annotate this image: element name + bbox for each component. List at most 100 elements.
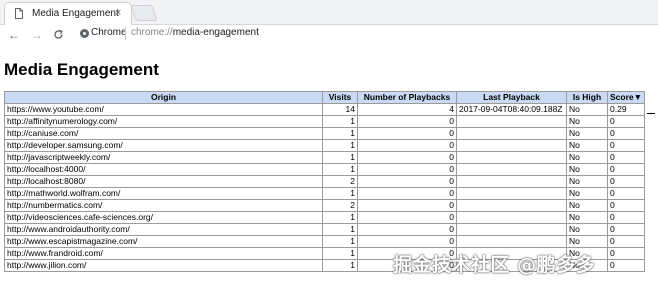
cell-origin: http://www.jilion.com/ [4, 259, 323, 272]
cell-visits: 2 [322, 199, 358, 212]
table-header-row: Origin Visits Number of Playbacks Last P… [4, 91, 646, 104]
cell-score: 0 [606, 151, 646, 164]
close-icon[interactable]: × [115, 6, 121, 20]
cell-is-high: No [566, 151, 608, 164]
back-arrow-icon[interactable]: ← [8, 27, 20, 43]
cell-last-playback: 2017-09-04T08:40:09.188Z [456, 103, 567, 116]
tab-title: Media Engagement [32, 8, 119, 19]
cell-playbacks: 0 [357, 115, 457, 128]
table-row: http://javascriptweekly.com/1 0 No 0 [4, 151, 646, 164]
cell-playbacks: 0 [357, 175, 457, 188]
cell-last-playback [456, 235, 567, 248]
cell-playbacks: 0 [357, 235, 457, 248]
table-row: http://videosciences.cafe-sciences.org/1… [4, 211, 646, 224]
cell-last-playback [456, 187, 567, 200]
cell-playbacks: 0 [357, 139, 457, 152]
chrome-page-icon [80, 29, 89, 38]
column-header-last-playback[interactable]: Last Playback [456, 91, 567, 104]
page-title: Media Engagement [4, 60, 159, 79]
tab-media-engagement[interactable]: Media Engagement × [4, 2, 132, 25]
cell-score: 0 [606, 127, 646, 140]
cell-visits: 1 [322, 187, 358, 200]
tab-strip: Media Engagement × [0, 0, 658, 25]
url-host: media-engagement [172, 27, 259, 38]
cell-is-high: No [566, 139, 608, 152]
cell-is-high: No [566, 187, 608, 200]
cell-score: 0 [606, 235, 646, 248]
column-header-score[interactable]: Score▼ [606, 91, 646, 104]
table-row: https://www.youtube.com/14 4 2017-09-04T08… [4, 103, 646, 116]
table-row: http://www.androidauthority.com/1 0 No 0 [4, 223, 646, 236]
address-bar[interactable]: Chrome chrome://media-engagement [80, 25, 652, 43]
cell-is-high: No [566, 175, 608, 188]
cell-last-playback [456, 223, 567, 236]
table-row: http://numbermatics.com/2 0 No 0 [4, 199, 646, 212]
url-scheme: chrome:// [131, 27, 173, 38]
scroll-marker [647, 113, 655, 114]
engagement-table: Origin Visits Number of Playbacks Last P… [4, 91, 646, 272]
table-row: http://localhost:4000/1 0 No 0 [4, 163, 646, 176]
cell-last-playback [456, 163, 567, 176]
cell-visits: 1 [322, 235, 358, 248]
cell-score: 0 [606, 211, 646, 224]
table-row: http://localhost:8080/2 0 No 0 [4, 175, 646, 188]
new-tab-button[interactable] [130, 5, 158, 21]
cell-origin: http://developer.samsung.com/ [4, 139, 323, 152]
column-header-visits[interactable]: Visits [322, 91, 358, 104]
cell-last-playback [456, 127, 567, 140]
cell-last-playback [456, 151, 567, 164]
cell-origin: https://www.youtube.com/ [4, 103, 323, 116]
cell-origin: http://localhost:8080/ [4, 175, 323, 188]
cell-visits: 1 [322, 115, 358, 128]
cell-score: 0 [606, 247, 646, 260]
cell-origin: http://javascriptweekly.com/ [4, 151, 323, 164]
forward-arrow-icon[interactable]: → [31, 27, 43, 43]
column-header-is-high[interactable]: Is High [566, 91, 608, 104]
cell-visits: 1 [322, 151, 358, 164]
toolbar: ← → Chrome chrome://media-engagement [0, 25, 658, 45]
cell-origin: http://caniuse.com/ [4, 127, 323, 140]
cell-visits: 1 [322, 247, 358, 260]
cell-playbacks: 0 [357, 163, 457, 176]
cell-is-high: No [566, 115, 608, 128]
cell-playbacks: 4 [357, 103, 457, 116]
cell-playbacks: 0 [357, 151, 457, 164]
table-row: http://www.escapistmagazine.com/1 0 No 0 [4, 235, 646, 248]
cell-visits: 1 [322, 163, 358, 176]
cell-score: 0 [606, 139, 646, 152]
cell-score: 0 [606, 259, 646, 272]
cell-origin: http://www.androidauthority.com/ [4, 223, 323, 236]
bottom-edge [0, 282, 658, 288]
table-row: http://affinitynumerology.com/1 0 No 0 [4, 115, 646, 128]
cell-is-high: No [566, 103, 608, 116]
reload-icon[interactable] [53, 29, 64, 40]
cell-playbacks: 0 [357, 211, 457, 224]
cell-origin: http://numbermatics.com/ [4, 199, 323, 212]
table-row: http://developer.samsung.com/1 0 No 0 [4, 139, 646, 152]
cell-score: 0 [606, 115, 646, 128]
cell-origin: http://affinitynumerology.com/ [4, 115, 323, 128]
cell-visits: 2 [322, 175, 358, 188]
cell-is-high: No [566, 127, 608, 140]
cell-last-playback [456, 139, 567, 152]
cell-origin: http://www.escapistmagazine.com/ [4, 235, 323, 248]
column-header-origin[interactable]: Origin [4, 91, 323, 104]
cell-is-high: No [566, 199, 608, 212]
table-body: https://www.youtube.com/14 4 2017-09-04T08… [4, 103, 646, 272]
cell-visits: 1 [322, 139, 358, 152]
table-row: http://mathworld.wolfram.com/1 0 No 0 [4, 187, 646, 200]
cell-score: 0 [606, 163, 646, 176]
cell-playbacks: 0 [357, 127, 457, 140]
cell-is-high: No [566, 235, 608, 248]
cell-score: 0 [606, 223, 646, 236]
cell-origin: http://mathworld.wolfram.com/ [4, 187, 323, 200]
cell-visits: 1 [322, 259, 358, 272]
cell-playbacks: 0 [357, 199, 457, 212]
column-header-playbacks[interactable]: Number of Playbacks [357, 91, 457, 104]
cell-last-playback [456, 211, 567, 224]
cell-last-playback [456, 115, 567, 128]
cell-is-high: No [566, 223, 608, 236]
watermark: 掘金技术社区 @鹏多多 [393, 254, 596, 276]
url-text[interactable]: chrome://media-engagement [131, 27, 259, 38]
cell-visits: 14 [322, 103, 358, 116]
